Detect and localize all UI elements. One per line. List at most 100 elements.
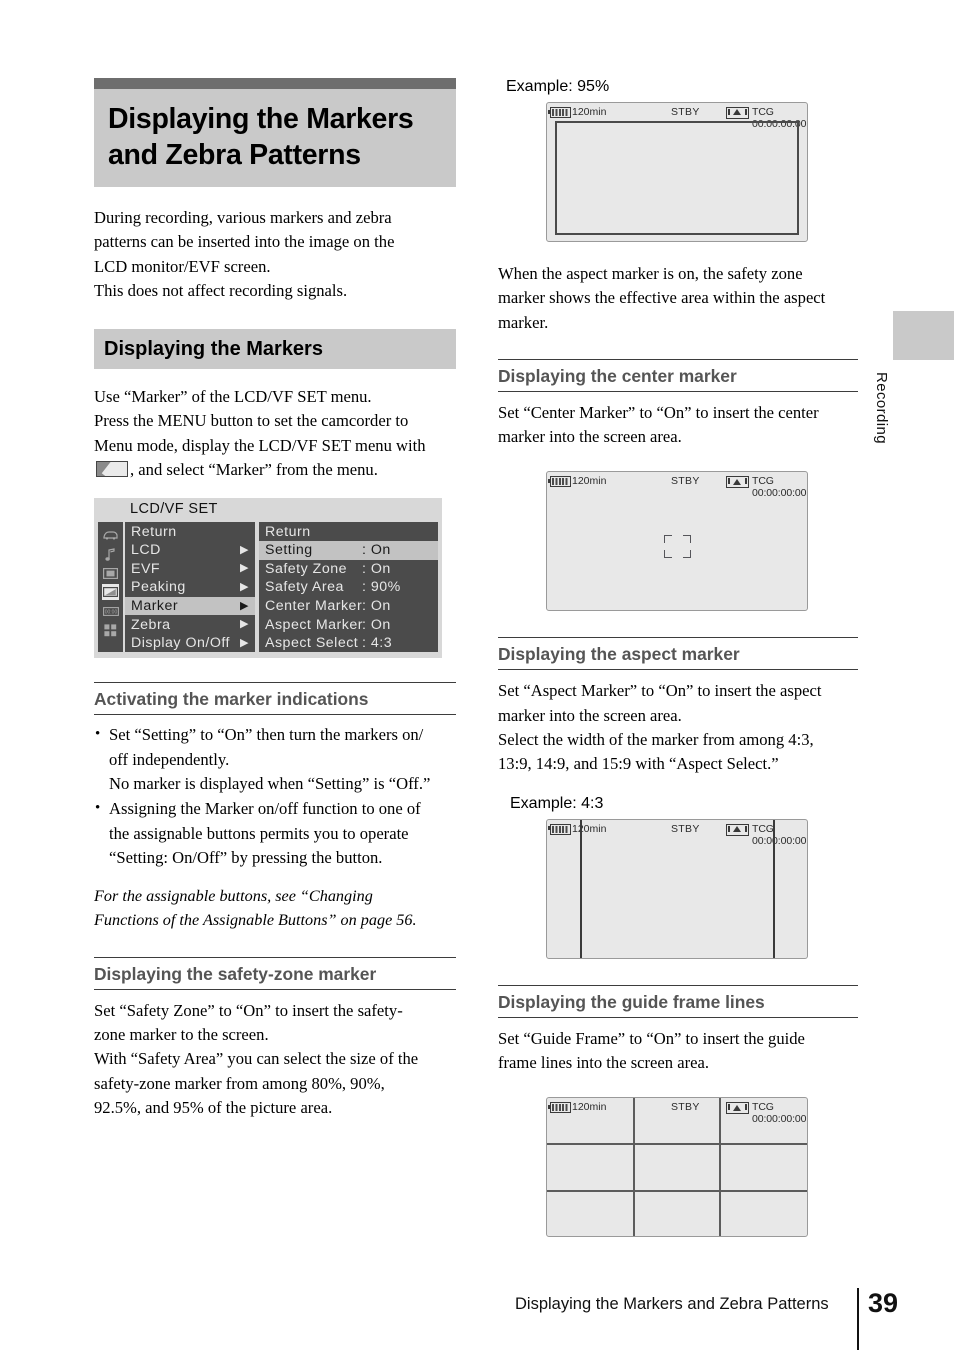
- cassette-icon: [726, 476, 749, 489]
- cassette-icon: [726, 107, 749, 119]
- bullet2-line1: Assigning the Marker on/off function to …: [109, 799, 421, 819]
- guide-frame-horizontal-top: [547, 1143, 807, 1145]
- osd-bar: 120min STBY TCG 00:00:00:00: [547, 475, 807, 499]
- safety-line-1: Set “Safety Zone” to “On” to insert the …: [94, 1000, 403, 1020]
- subheading-guide-frame-lines: Displaying the guide frame lines: [498, 984, 858, 1018]
- menu-sub-center-marker[interactable]: Center Marker : On: [259, 597, 438, 616]
- menu-item-evf[interactable]: EVF ▶: [125, 560, 255, 579]
- subheading-safety-zone-marker: Displaying the safety-zone marker: [94, 956, 456, 990]
- battery-icon: [548, 1102, 571, 1114]
- section-tab-label: Recording: [873, 372, 890, 444]
- left-column: Displaying the Markers and Zebra Pattern…: [94, 78, 456, 1120]
- right-column: Example: 95% 120min STBY TCG 00:00:00:00…: [498, 78, 858, 1238]
- chevron-right-icon: ▶: [240, 636, 249, 649]
- center-marker-paragraph: Set “Center Marker” to “On” to insert th…: [498, 401, 858, 450]
- menu-item-label: Display On/Off: [131, 635, 230, 652]
- bullet2-line2: the assignable buttons permits you to op…: [109, 823, 409, 843]
- svg-text:00:00: 00:00: [104, 609, 117, 615]
- example-43-label: Example: 4:3: [510, 794, 604, 812]
- subheading-activating-marker-indications: Activating the marker indications: [94, 682, 456, 716]
- example-95-label: Example: 95%: [506, 78, 610, 95]
- page-title-line2: and Zebra Patterns: [108, 139, 361, 171]
- menu-right-column: Return Setting : On Safety Zone : On Saf…: [259, 522, 438, 653]
- menu-sub-value: : 4:3: [362, 635, 393, 652]
- menu-sub-label: Center Marker: [265, 598, 363, 615]
- menu-sub-aspect-marker[interactable]: Aspect Marker : On: [259, 615, 438, 634]
- safety-line-3: With “Safety Area” you can select the si…: [94, 1049, 419, 1069]
- menu-sub-aspect-select[interactable]: Aspect Select : 4:3: [259, 634, 438, 653]
- timecode-label: TCG 00:00:00:00: [752, 475, 807, 500]
- menu-icon-bar: 00:00: [98, 522, 123, 653]
- lcd-vf-button-icon: [96, 461, 128, 478]
- screen-mock-aspect-marker: 120min STBY TCG 00:00:00:00: [546, 818, 808, 959]
- video-film-icon[interactable]: [102, 565, 119, 581]
- guide-frame-vertical-left: [633, 1098, 635, 1237]
- list-item: Set “Setting” to “On” then turn the mark…: [94, 722, 456, 796]
- menu-item-peaking[interactable]: Peaking ▶: [125, 578, 255, 597]
- menu-item-lcd[interactable]: LCD ▶: [125, 541, 255, 560]
- center-line-1: Set “Center Marker” to “On” to insert th…: [498, 402, 819, 422]
- cassette-icon: [726, 1102, 749, 1115]
- menu-sub-label: Aspect Select: [265, 635, 359, 652]
- intro-line-1: During recording, various markers and ze…: [94, 208, 392, 227]
- battery-icon: [548, 107, 571, 118]
- aspect-safety-caption: When the aspect marker is on, the safety…: [498, 262, 858, 335]
- menu-sub-label: Return: [265, 523, 311, 540]
- markers-body-paragraph: Use “Marker” of the LCD/VF SET menu. Pre…: [94, 385, 456, 482]
- osd-bar: 120min STBY TCG 00:00:00:00: [547, 1101, 807, 1125]
- chevron-right-icon: ▶: [240, 599, 249, 612]
- menu-title: LCD/VF SET: [130, 501, 218, 518]
- timecode-label: TCG 00:00:00:00: [752, 1101, 807, 1126]
- screen-mock-safety-zone-95: 120min STBY TCG 00:00:00:00: [546, 102, 808, 242]
- timecode-icon[interactable]: 00:00: [102, 603, 119, 619]
- menu-item-label: Peaking: [131, 579, 186, 596]
- menu-sub-value: : On: [362, 616, 391, 633]
- intro-paragraph: During recording, various markers and ze…: [94, 206, 456, 303]
- lcd-vf-set-menu-screenshot: LCD/VF SET 00:00 Return LCD ▶ EVF ▶ Peak…: [94, 498, 442, 659]
- guide-line-2: frame lines into the screen area.: [498, 1052, 710, 1072]
- battery-remaining-label: 120min: [572, 822, 607, 835]
- aspect-line-2: marker into the screen area.: [498, 705, 682, 725]
- subheading-center-marker: Displaying the center marker: [498, 358, 858, 392]
- menu-item-display-on-off[interactable]: Display On/Off ▶: [125, 634, 255, 653]
- menu-item-zebra[interactable]: Zebra ▶: [125, 615, 255, 634]
- menu-item-marker[interactable]: Marker ▶: [125, 596, 255, 616]
- menu-sub-setting[interactable]: Setting : On: [259, 540, 438, 560]
- center-marker-corner-tl: [664, 535, 672, 544]
- menu-sub-safety-zone[interactable]: Safety Zone : On: [259, 560, 438, 579]
- section-tab-marker: [893, 311, 954, 360]
- bullet2-line3: “Setting: On/Off” by pressing the button…: [109, 847, 383, 867]
- lcd-vf-icon[interactable]: [102, 584, 119, 601]
- menu-item-return[interactable]: Return: [125, 522, 255, 541]
- menu-sub-value: : 90%: [362, 579, 401, 596]
- intro-line-2: patterns can be inserted into the image …: [94, 232, 395, 252]
- list-item: Assigning the Marker on/off function to …: [94, 796, 456, 870]
- center-marker-corner-bl: [664, 550, 672, 559]
- caption-line-2: marker shows the effective area within t…: [498, 288, 826, 308]
- activating-bullet-list: Set “Setting” to “On” then turn the mark…: [94, 722, 456, 870]
- guide-frame-vertical-right: [719, 1098, 721, 1237]
- aspect-line-3: Select the width of the marker from amon…: [498, 730, 814, 750]
- screen-mock-center-marker: 120min STBY TCG 00:00:00:00: [546, 471, 808, 612]
- status-badge: STBY: [671, 1101, 700, 1114]
- others-grid-icon[interactable]: [102, 622, 119, 638]
- bullet1-line3: No marker is displayed when “Setting” is…: [109, 773, 431, 793]
- menu-sub-value: : On: [362, 542, 391, 559]
- status-badge: STBY: [671, 475, 700, 488]
- menu-item-label: LCD: [131, 542, 161, 559]
- safety-line-2: zone marker to the screen.: [94, 1025, 269, 1045]
- safety-line-4: safety-zone marker from among 80%, 90%,: [94, 1073, 385, 1093]
- camera-icon[interactable]: [102, 527, 119, 543]
- menu-sub-safety-area[interactable]: Safety Area : 90%: [259, 578, 438, 597]
- page-title: Displaying the Markers and Zebra Pattern…: [94, 89, 456, 187]
- status-badge: STBY: [671, 822, 700, 835]
- menu-sub-return[interactable]: Return: [259, 522, 438, 541]
- osd-bar: 120min STBY TCG 00:00:00:00: [547, 822, 807, 847]
- safety-line-5: 92.5%, and 95% of the picture area.: [94, 1097, 333, 1117]
- assignable-buttons-note: For the assignable buttons, see “Changin…: [94, 884, 456, 933]
- audio-note-icon[interactable]: [102, 546, 119, 562]
- menu-sub-label: Safety Zone: [265, 560, 348, 577]
- aspect-marker-line-left: [580, 819, 582, 958]
- chevron-right-icon: ▶: [240, 562, 249, 575]
- caption-line-3: marker.: [498, 312, 549, 332]
